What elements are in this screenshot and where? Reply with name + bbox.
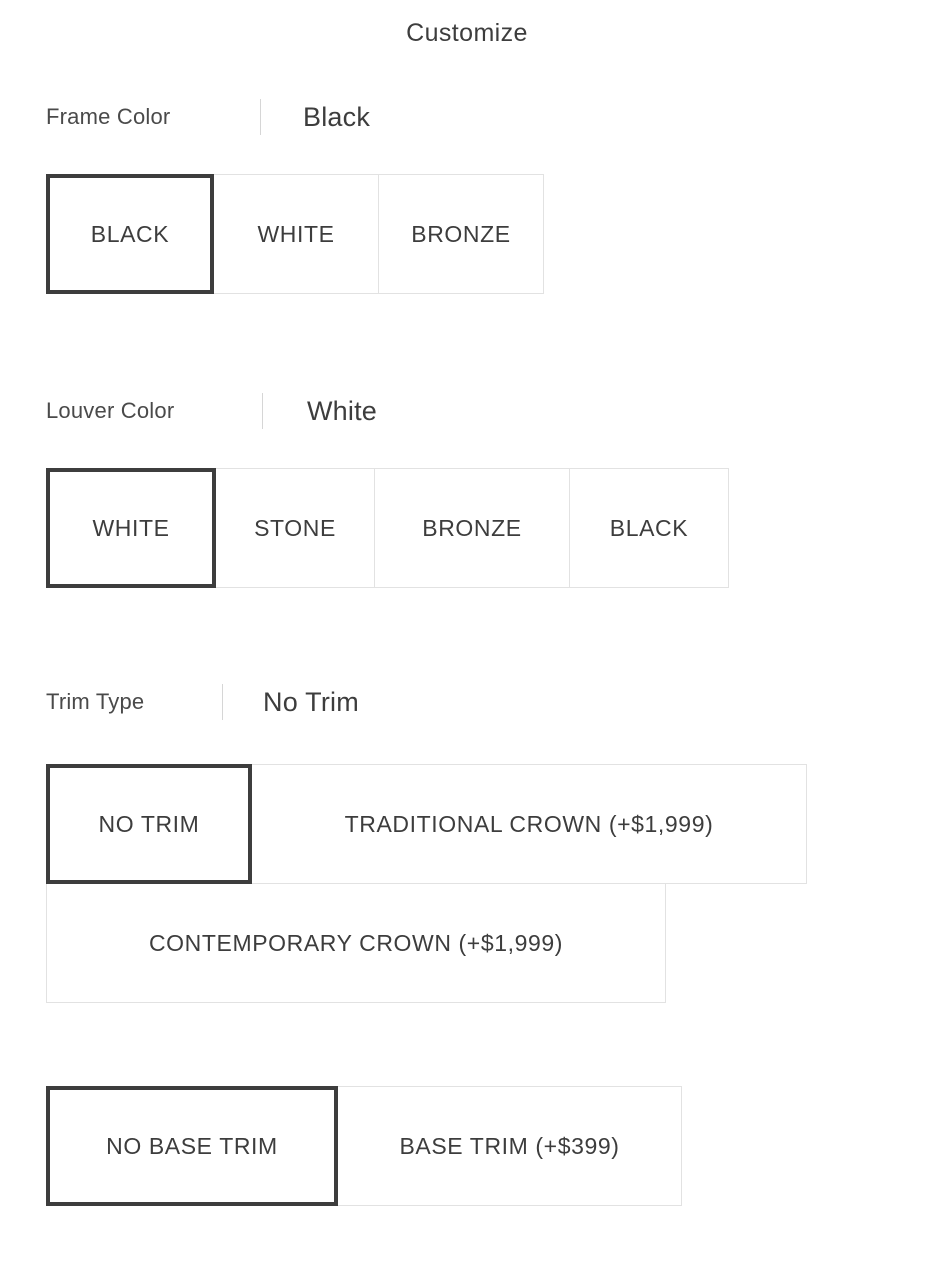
frame-color-value: Black	[303, 101, 371, 132]
trim-type-option-contemporary-crown[interactable]: CONTEMPORARY CROWN (+$1,999)	[46, 883, 666, 1003]
louver-color-option-bronze[interactable]: BRONZE	[374, 468, 570, 588]
louver-color-options: WHITE STONE BRONZE BLACK	[46, 468, 729, 588]
trim-type-label: Trim Type	[46, 689, 145, 714]
header-divider	[260, 99, 261, 135]
base-trim-options: NO BASE TRIM BASE TRIM (+$399)	[46, 1086, 682, 1206]
trim-type-option-traditional-crown[interactable]: TRADITIONAL CROWN (+$1,999)	[251, 764, 807, 884]
frame-color-option-white[interactable]: WHITE	[213, 174, 379, 294]
frame-color-options: BLACK WHITE BRONZE	[46, 174, 544, 294]
louver-color-option-black[interactable]: BLACK	[569, 468, 729, 588]
option-group-trim-type: Trim Type No Trim	[46, 682, 359, 722]
base-trim-option-base-trim[interactable]: BASE TRIM (+$399)	[337, 1086, 682, 1206]
trim-type-header: Trim Type No Trim	[46, 682, 359, 722]
louver-color-option-stone[interactable]: STONE	[215, 468, 375, 588]
option-group-frame-color: Frame Color Black	[46, 97, 370, 137]
frame-color-header: Frame Color Black	[46, 97, 370, 137]
customize-panel: Customize Frame Color Black BLACK WHITE …	[0, 0, 934, 1276]
frame-color-label: Frame Color	[46, 104, 171, 129]
louver-color-option-white[interactable]: WHITE	[46, 468, 216, 588]
louver-color-value: White	[307, 395, 378, 426]
frame-color-option-black[interactable]: BLACK	[46, 174, 214, 294]
header-divider	[222, 684, 223, 720]
louver-color-header: Louver Color White	[46, 391, 377, 431]
page-title: Customize	[406, 19, 528, 47]
header-divider	[262, 393, 263, 429]
base-trim-option-no-base-trim[interactable]: NO BASE TRIM	[46, 1086, 338, 1206]
louver-color-label: Louver Color	[46, 398, 175, 423]
trim-type-value: No Trim	[263, 686, 359, 717]
frame-color-option-bronze[interactable]: BRONZE	[378, 174, 544, 294]
option-group-louver-color: Louver Color White	[46, 391, 377, 431]
trim-type-options: NO TRIM TRADITIONAL CROWN (+$1,999) CONT…	[46, 764, 846, 1003]
trim-type-option-no-trim[interactable]: NO TRIM	[46, 764, 252, 884]
